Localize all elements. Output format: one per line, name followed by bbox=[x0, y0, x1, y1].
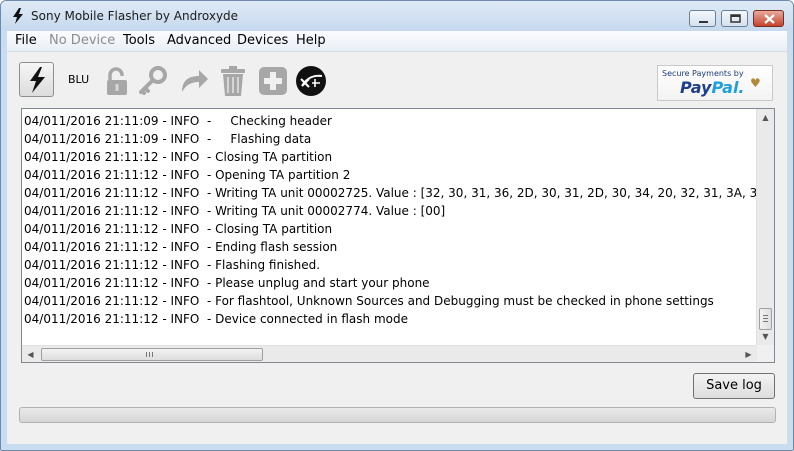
redo-arrow-icon[interactable] bbox=[177, 65, 209, 97]
client-area: File No Device Tools Advanced Devices He… bbox=[7, 31, 787, 444]
log-line: 04/011/2016 21:11:12 - INFO - Closing TA… bbox=[24, 222, 333, 236]
menu-tools[interactable]: Tools bbox=[123, 33, 155, 48]
maximize-button[interactable] bbox=[721, 10, 748, 27]
menu-help[interactable]: Help bbox=[296, 33, 326, 48]
log-line: 04/011/2016 21:11:12 - INFO - Ending fla… bbox=[24, 240, 338, 254]
log-line: 04/011/2016 21:11:12 - INFO - Opening TA… bbox=[24, 168, 351, 182]
lightning-icon bbox=[30, 67, 45, 93]
log-line: 04/011/2016 21:11:12 - INFO - Please unp… bbox=[24, 276, 430, 290]
key-icon[interactable] bbox=[137, 65, 169, 97]
log-line: 04/011/2016 21:11:12 - INFO - Closing TA… bbox=[24, 150, 333, 164]
heart-icon: ♥ bbox=[750, 76, 761, 90]
log-line: 04/011/2016 21:11:09 - INFO - Flashing d… bbox=[24, 132, 312, 146]
lightning-icon bbox=[13, 8, 23, 24]
paypal-caption: Secure Payments by bbox=[662, 69, 744, 78]
vertical-scrollbar[interactable]: ▲ ▼ bbox=[756, 109, 774, 345]
plus-icon[interactable] bbox=[257, 65, 289, 97]
scroll-left-arrow-icon[interactable]: ◀ bbox=[22, 346, 39, 362]
save-log-button[interactable]: Save log bbox=[693, 373, 775, 399]
scrollbar-corner bbox=[757, 345, 774, 362]
log-text: 04/011/2016 21:11:09 - INFO - Checking h… bbox=[24, 112, 757, 344]
xperia-icon[interactable] bbox=[295, 65, 327, 97]
menu-bar: File No Device Tools Advanced Devices He… bbox=[7, 31, 787, 52]
paypal-donate-button[interactable]: Secure Payments by PayPal. ♥ bbox=[657, 65, 773, 101]
minimize-button[interactable] bbox=[689, 10, 716, 27]
toolbar: BLU Secure Payments by PayPal. ♥ bbox=[7, 52, 787, 106]
flash-mode-label: BLU bbox=[68, 73, 90, 86]
progress-bar bbox=[19, 407, 776, 423]
minimize-icon bbox=[699, 21, 708, 23]
log-panel[interactable]: 04/011/2016 21:11:09 - INFO - Checking h… bbox=[21, 108, 775, 363]
title-bar[interactable]: Sony Mobile Flasher by Androxyde bbox=[1, 1, 793, 31]
log-line: 04/011/2016 21:11:12 - INFO - Writing TA… bbox=[24, 204, 446, 218]
log-line: 04/011/2016 21:11:12 - INFO - Flashing f… bbox=[24, 258, 321, 272]
window-title: Sony Mobile Flasher by Androxyde bbox=[31, 9, 239, 23]
menu-devices[interactable]: Devices bbox=[237, 33, 288, 48]
menu-no-device[interactable]: No Device bbox=[49, 33, 115, 48]
log-line: 04/011/2016 21:11:09 - INFO - Checking h… bbox=[24, 114, 332, 128]
close-icon bbox=[764, 14, 775, 24]
trash-icon[interactable] bbox=[217, 65, 249, 97]
scroll-down-arrow-icon[interactable]: ▼ bbox=[757, 328, 774, 345]
horizontal-scroll-thumb[interactable] bbox=[41, 348, 263, 361]
maximize-icon bbox=[730, 14, 741, 23]
scroll-up-arrow-icon[interactable]: ▲ bbox=[757, 109, 774, 126]
vertical-scroll-thumb[interactable] bbox=[759, 308, 772, 330]
horizontal-scrollbar[interactable]: ◀ ▶ bbox=[22, 345, 757, 362]
unlock-icon[interactable] bbox=[101, 65, 133, 97]
app-window: Sony Mobile Flasher by Androxyde File No… bbox=[0, 0, 794, 451]
paypal-logo: PayPal. bbox=[680, 78, 745, 97]
log-line: 04/011/2016 21:11:12 - INFO - For flasht… bbox=[24, 294, 714, 308]
scroll-right-arrow-icon[interactable]: ▶ bbox=[740, 346, 757, 362]
close-button[interactable] bbox=[753, 10, 784, 27]
menu-file[interactable]: File bbox=[15, 33, 37, 48]
log-line: 04/011/2016 21:11:12 - INFO - Device con… bbox=[24, 312, 408, 326]
flash-button[interactable] bbox=[19, 62, 54, 97]
menu-advanced[interactable]: Advanced bbox=[167, 33, 231, 48]
log-line: 04/011/2016 21:11:12 - INFO - Writing TA… bbox=[24, 186, 757, 200]
